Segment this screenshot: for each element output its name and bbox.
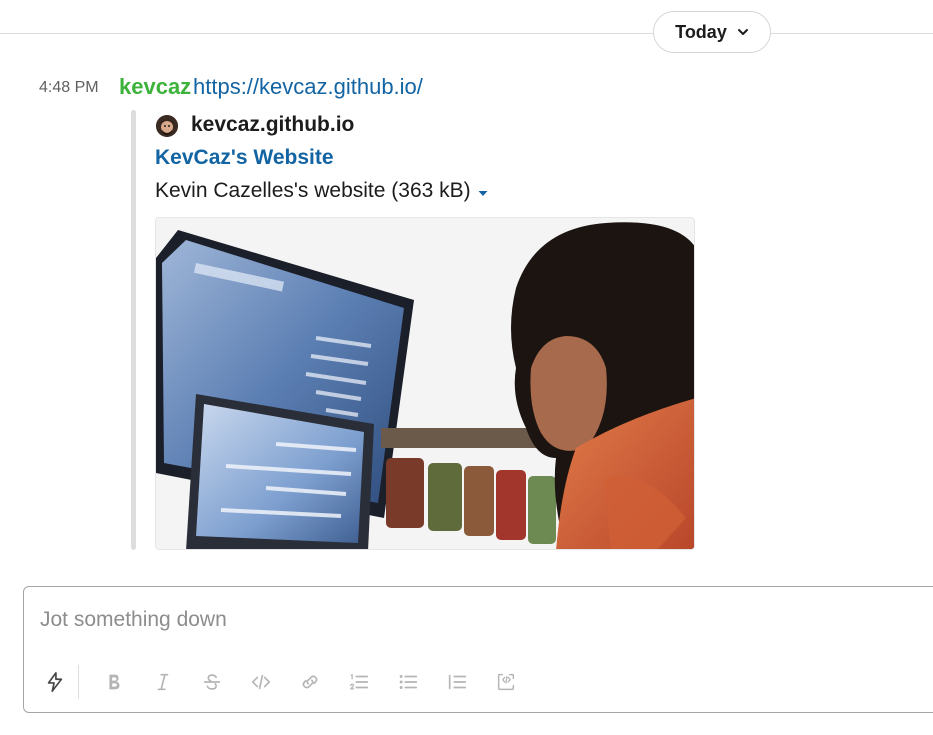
message-composer [23, 586, 933, 713]
bold-icon [109, 674, 120, 690]
attachment-preview-image[interactable] [155, 217, 695, 550]
code-block-button[interactable] [489, 667, 523, 697]
date-divider-label: Today [675, 21, 727, 42]
italic-icon [157, 673, 169, 691]
composer-toolbar [38, 665, 538, 699]
shortcuts-button[interactable] [38, 667, 72, 697]
chevron-down-icon [737, 29, 748, 35]
code-button[interactable] [244, 667, 278, 697]
link-icon [302, 675, 318, 689]
sender-name[interactable]: kevcaz [119, 74, 191, 100]
attachment-bar [131, 110, 136, 550]
attachment-site-name: kevcaz.github.io [191, 113, 355, 136]
link-button[interactable] [293, 667, 327, 697]
strikethrough-button[interactable] [195, 667, 229, 697]
message-pane: Today 4:48 PM kevcaz https://kevcaz.gith… [0, 0, 933, 735]
attachment-file-description: Kevin Cazelles's website (363 kB) [155, 179, 489, 203]
code-block-icon [497, 673, 515, 691]
blockquote-icon [448, 674, 467, 690]
toolbar-separator [78, 665, 79, 699]
bold-button[interactable] [97, 667, 131, 697]
bulleted-list-button[interactable] [391, 667, 425, 697]
date-divider-button[interactable]: Today [653, 11, 771, 53]
bulleted-list-icon [399, 675, 418, 689]
numbered-list-button[interactable] [342, 667, 376, 697]
date-divider-line [0, 33, 933, 34]
message-link[interactable]: https://kevcaz.github.io/ [193, 74, 423, 100]
numbered-list-icon [350, 674, 369, 690]
attachment-title-link[interactable]: KevCaz's Website [155, 146, 334, 170]
composer-input[interactable] [40, 605, 920, 635]
site-favicon-icon [156, 115, 178, 137]
file-description-text: Kevin Cazelles's website (363 kB) [155, 179, 471, 202]
caret-down-icon[interactable] [477, 187, 489, 199]
italic-button[interactable] [146, 667, 180, 697]
strikethrough-icon [203, 674, 221, 690]
blockquote-button[interactable] [440, 667, 474, 697]
lightning-icon [47, 672, 63, 692]
message-timestamp[interactable]: 4:48 PM [39, 79, 99, 97]
code-icon [251, 674, 271, 690]
